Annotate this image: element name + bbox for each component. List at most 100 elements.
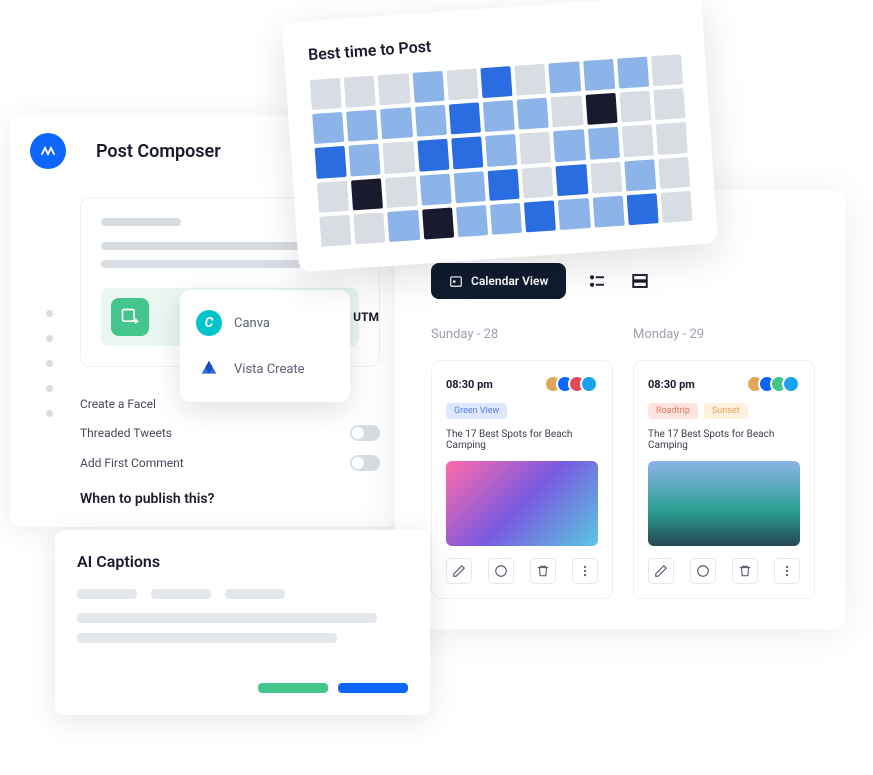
heatmap-cell[interactable] [383, 141, 415, 173]
heatmap-cell[interactable] [653, 88, 685, 120]
heatmap-cell[interactable] [551, 95, 583, 127]
heatmap-cell[interactable] [315, 146, 347, 178]
design-tool-dropdown: C Canva Vista Create [180, 290, 350, 402]
heatmap-cell[interactable] [378, 73, 410, 105]
monday-column: Monday - 29 08:30 pm Roadtrip Sunset The… [633, 327, 815, 599]
canva-icon: C [196, 310, 222, 336]
heatmap-cell[interactable] [417, 139, 449, 171]
heatmap-cell[interactable] [451, 137, 483, 169]
caption-action-2[interactable] [338, 683, 408, 693]
heatmap-cell[interactable] [658, 156, 690, 188]
skeleton-line [225, 589, 285, 599]
comment-toggle[interactable] [350, 455, 380, 471]
heatmap-cell[interactable] [587, 127, 619, 159]
heatmap-cell[interactable] [349, 144, 381, 176]
heatmap-cell[interactable] [310, 78, 342, 110]
heatmap-cell[interactable] [319, 214, 351, 246]
heatmap-cell[interactable] [651, 54, 683, 86]
edit-icon [654, 564, 668, 578]
heatmap-cell[interactable] [480, 66, 512, 98]
heatmap-cell[interactable] [346, 110, 378, 142]
heatmap-cell[interactable] [656, 122, 688, 154]
post-card-sunday[interactable]: 08:30 pm Green View The 17 Best Spots fo… [431, 360, 613, 599]
grid-view-button[interactable] [630, 271, 650, 291]
heatmap-cell[interactable] [483, 100, 515, 132]
threaded-option-label: Threaded Tweets [80, 426, 172, 440]
heatmap-cell[interactable] [556, 164, 588, 196]
heatmap-cell[interactable] [590, 161, 622, 193]
heatmap-cell[interactable] [488, 168, 520, 200]
heatmap-cell[interactable] [517, 98, 549, 130]
heatmap-cell[interactable] [624, 159, 656, 191]
threaded-toggle[interactable] [350, 425, 380, 441]
nav-dots [46, 310, 53, 417]
heatmap-cell[interactable] [514, 64, 546, 96]
heatmap-cell[interactable] [549, 61, 581, 93]
post-title: The 17 Best Spots for Beach Camping [446, 429, 598, 451]
avatar [782, 375, 800, 393]
heatmap-cell[interactable] [415, 105, 447, 137]
post-time: 08:30 pm [648, 378, 695, 391]
list-icon [589, 272, 607, 290]
heatmap-cell[interactable] [317, 180, 349, 212]
app-logo [30, 133, 66, 169]
heatmap-cell[interactable] [419, 173, 451, 205]
delete-button[interactable] [732, 558, 758, 584]
heatmap-cell[interactable] [446, 68, 478, 100]
heatmap-cell[interactable] [422, 207, 454, 239]
heatmap-cell[interactable] [412, 71, 444, 103]
nav-dot[interactable] [46, 410, 53, 417]
heatmap-cell[interactable] [619, 91, 651, 123]
calendar-view-button[interactable]: Calendar View [431, 263, 566, 299]
heatmap-cell[interactable] [351, 178, 383, 210]
heatmap-cell[interactable] [592, 195, 624, 227]
nav-dot[interactable] [46, 385, 53, 392]
comment-button[interactable] [488, 558, 514, 584]
caption-action-1[interactable] [258, 683, 328, 693]
post-card-monday[interactable]: 08:30 pm Roadtrip Sunset The 17 Best Spo… [633, 360, 815, 599]
heatmap-cell[interactable] [583, 59, 615, 91]
add-media-button[interactable] [111, 298, 149, 336]
heatmap-cell[interactable] [622, 125, 654, 157]
post-image [446, 461, 598, 546]
heatmap-panel: Best time to Post [282, 0, 718, 272]
heatmap-cell[interactable] [522, 166, 554, 198]
heatmap-cell[interactable] [456, 205, 488, 237]
heatmap-cell[interactable] [453, 171, 485, 203]
vista-option[interactable]: Vista Create [180, 346, 350, 392]
heatmap-cell[interactable] [585, 93, 617, 125]
heatmap-cell[interactable] [617, 57, 649, 89]
more-icon [780, 564, 794, 578]
delete-button[interactable] [530, 558, 556, 584]
edit-button[interactable] [446, 558, 472, 584]
nav-dot[interactable] [46, 360, 53, 367]
heatmap-cell[interactable] [660, 191, 692, 223]
heatmap-cell[interactable] [388, 210, 420, 242]
calendar-icon [449, 274, 463, 288]
heatmap-cell[interactable] [449, 103, 481, 135]
heatmap-cell[interactable] [490, 203, 522, 235]
more-button[interactable] [774, 558, 800, 584]
sunday-column: Sunday - 28 08:30 pm Green View The 17 B… [431, 327, 613, 599]
heatmap-cell[interactable] [344, 76, 376, 108]
more-button[interactable] [572, 558, 598, 584]
list-view-button[interactable] [588, 271, 608, 291]
utm-label: UTM [353, 310, 379, 324]
canva-option[interactable]: C Canva [180, 300, 350, 346]
heatmap-cell[interactable] [353, 212, 385, 244]
nav-dot[interactable] [46, 310, 53, 317]
heatmap-cell[interactable] [385, 176, 417, 208]
edit-button[interactable] [648, 558, 674, 584]
heatmap-cell[interactable] [553, 130, 585, 162]
heatmap-cell[interactable] [558, 198, 590, 230]
heatmap-cell[interactable] [524, 200, 556, 232]
heatmap-cell[interactable] [485, 134, 517, 166]
comment-button[interactable] [690, 558, 716, 584]
heatmap-cell[interactable] [626, 193, 658, 225]
heatmap-cell[interactable] [519, 132, 551, 164]
post-tag: Roadtrip [648, 403, 698, 419]
heatmap-cell[interactable] [380, 107, 412, 139]
heatmap-cell[interactable] [312, 112, 344, 144]
sunday-label: Sunday - 28 [431, 327, 613, 342]
nav-dot[interactable] [46, 335, 53, 342]
